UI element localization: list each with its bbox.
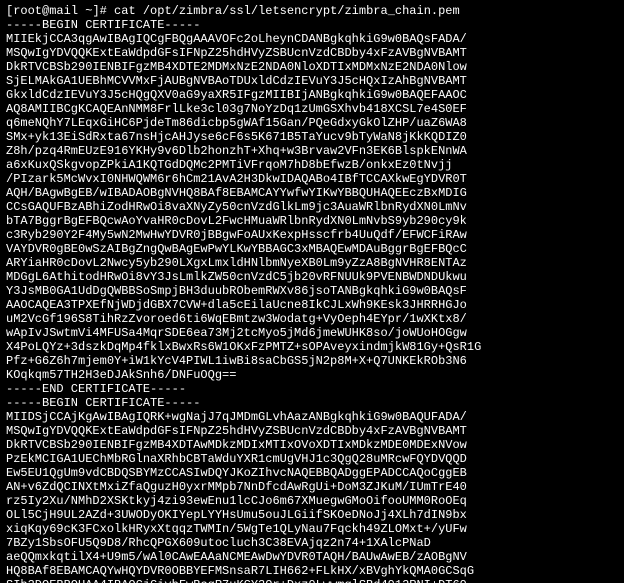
prompt-host: mail <box>49 4 78 18</box>
prompt-symbol: # <box>100 4 107 18</box>
prompt-user: root <box>13 4 42 18</box>
terminal-output: [root@mail ~]# cat /opt/zimbra/ssl/letse… <box>0 0 624 583</box>
shell-prompt: [root@mail ~]# <box>6 4 107 18</box>
command-text: cat /opt/zimbra/ssl/letsencrypt/zimbra_c… <box>114 4 460 18</box>
file-contents: -----BEGIN CERTIFICATE----- MIIEkjCCA3qg… <box>6 18 481 583</box>
prompt-cwd: ~ <box>85 4 92 18</box>
